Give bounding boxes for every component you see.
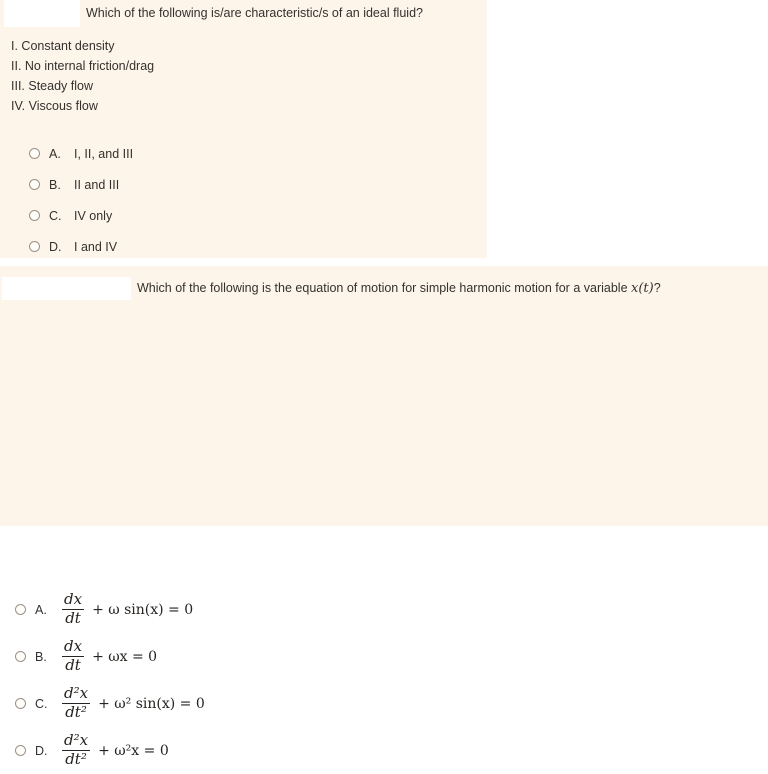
radio-button-a[interactable]: [29, 148, 40, 159]
equation-remainder: + ω² sin(x) = 0: [98, 695, 205, 712]
question-1-prompt: Which of the following is/are characteri…: [86, 6, 423, 20]
option-letter: A.: [49, 146, 61, 161]
fraction-denominator: dt: [62, 609, 84, 627]
radio-button-d[interactable]: [15, 745, 26, 756]
question-2-prompt: Which of the following is the equation o…: [137, 281, 661, 297]
option-letter: C.: [35, 696, 48, 711]
option-equation-b: dx dt + ωx = 0: [61, 637, 158, 674]
question-card-1: Which of the following is/are characteri…: [0, 0, 487, 258]
option-row-c[interactable]: C. d²x dt² + ω² sin(x) = 0: [0, 680, 205, 727]
option-row-c[interactable]: C. IV only: [0, 200, 133, 231]
fraction: dx dt: [61, 637, 85, 674]
question-1-header: Which of the following is/are characteri…: [0, 0, 423, 27]
question-2-blank-field[interactable]: [2, 277, 131, 300]
statement-item: I. Constant density: [11, 39, 115, 53]
option-row-d[interactable]: D. I and IV: [0, 231, 133, 262]
option-row-b[interactable]: B. dx dt + ωx = 0: [0, 633, 205, 680]
question-card-2: Which of the following is the equation o…: [0, 266, 768, 767]
fraction-denominator: dt: [62, 656, 84, 674]
option-letter: D.: [35, 743, 48, 758]
option-row-b[interactable]: B. II and III: [0, 169, 133, 200]
equation-remainder: + ωx = 0: [92, 648, 158, 665]
question-2-prompt-text: Which of the following is the equation o…: [137, 280, 631, 295]
option-letter: A.: [35, 602, 47, 617]
question-2-prompt-suffix: ?: [653, 280, 661, 295]
question-2-header: Which of the following is the equation o…: [0, 277, 661, 300]
equation-remainder: + ω²x = 0: [98, 742, 169, 759]
option-row-d[interactable]: D. d²x dt² + ω²x = 0: [0, 727, 205, 774]
option-letter: C.: [49, 208, 62, 223]
fraction-denominator: dt²: [62, 703, 90, 721]
fraction-denominator: dt²: [62, 750, 90, 768]
question-1-statement-list: I. Constant density II. No internal fric…: [11, 36, 154, 116]
option-equation-d: d²x dt² + ω²x = 0: [61, 731, 169, 768]
equation-remainder: + ω sin(x) = 0: [92, 601, 194, 618]
radio-button-d[interactable]: [29, 241, 40, 252]
statement-item: III. Steady flow: [11, 79, 93, 93]
question-2-prompt-variable: x(t): [631, 280, 654, 296]
statement-item: II. No internal friction/drag: [11, 59, 155, 73]
fraction-numerator: dx: [64, 590, 83, 609]
option-row-a[interactable]: A. dx dt + ω sin(x) = 0: [0, 586, 205, 633]
question-1-options: A. I, II, and III B. II and III C. IV on…: [0, 138, 133, 262]
fraction: d²x dt²: [61, 684, 91, 721]
question-1-blank-field[interactable]: [4, 0, 80, 27]
statement-item: IV. Viscous flow: [11, 99, 98, 113]
fraction: d²x dt²: [61, 731, 91, 768]
fraction-numerator: d²x: [64, 684, 89, 703]
fraction-numerator: dx: [64, 637, 83, 656]
option-label: IV only: [74, 208, 113, 223]
option-equation-c: d²x dt² + ω² sin(x) = 0: [61, 684, 205, 721]
fraction: dx dt: [61, 590, 85, 627]
option-row-a[interactable]: A. I, II, and III: [0, 138, 133, 169]
option-letter: B.: [35, 649, 47, 664]
option-label: I, II, and III: [74, 146, 134, 161]
radio-button-a[interactable]: [15, 604, 26, 615]
option-label: I and IV: [74, 239, 118, 254]
option-equation-a: dx dt + ω sin(x) = 0: [61, 590, 194, 627]
question-2-options: A. dx dt + ω sin(x) = 0 B. dx dt + ωx = …: [0, 586, 205, 774]
radio-button-c[interactable]: [15, 698, 26, 709]
option-label: II and III: [74, 177, 120, 192]
fraction-numerator: d²x: [64, 731, 89, 750]
option-letter: D.: [49, 239, 62, 254]
option-letter: B.: [49, 177, 61, 192]
radio-button-b[interactable]: [15, 651, 26, 662]
radio-button-c[interactable]: [29, 210, 40, 221]
radio-button-b[interactable]: [29, 179, 40, 190]
quiz-page: Which of the following is/are characteri…: [0, 0, 768, 767]
